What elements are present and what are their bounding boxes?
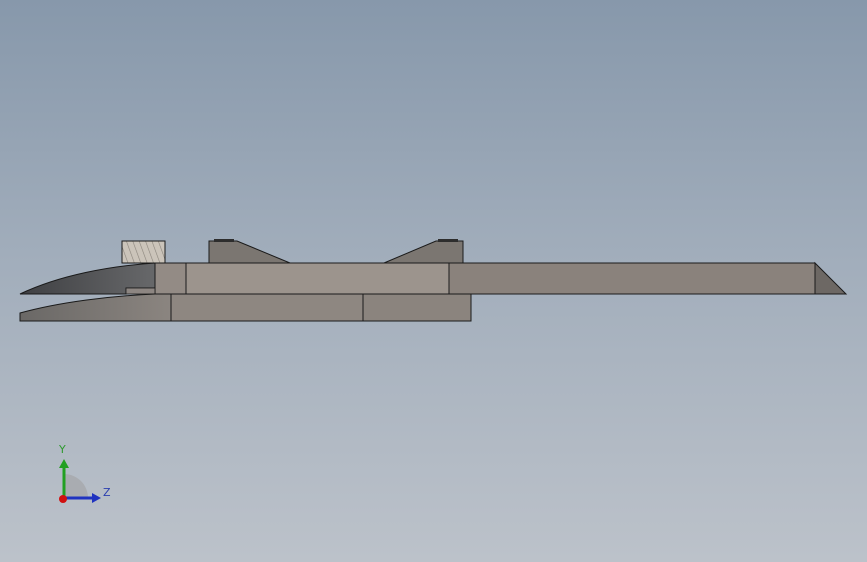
z-axis-label: Z bbox=[103, 486, 111, 499]
slider-lug-right-top bbox=[438, 239, 458, 242]
lower-frame[interactable] bbox=[19, 293, 472, 322]
z-axis-arrow-icon bbox=[92, 493, 101, 503]
triad-plane bbox=[64, 474, 88, 498]
thumb-wheel[interactable] bbox=[121, 240, 166, 264]
x-axis-dot-icon bbox=[59, 495, 67, 503]
slider-lug-left-top bbox=[214, 239, 234, 242]
jaw-notch bbox=[125, 287, 156, 295]
slider-lug-left bbox=[208, 240, 291, 264]
y-axis-arrow-icon bbox=[59, 459, 69, 468]
caliper-model[interactable] bbox=[0, 0, 867, 562]
y-axis-label: Y bbox=[59, 443, 66, 456]
slider-body[interactable] bbox=[154, 262, 450, 295]
cad-viewport[interactable]: Y Z bbox=[0, 0, 867, 562]
axis-triad[interactable] bbox=[40, 438, 120, 518]
main-beam[interactable] bbox=[448, 261, 848, 295]
slider-lug-right bbox=[383, 240, 464, 264]
